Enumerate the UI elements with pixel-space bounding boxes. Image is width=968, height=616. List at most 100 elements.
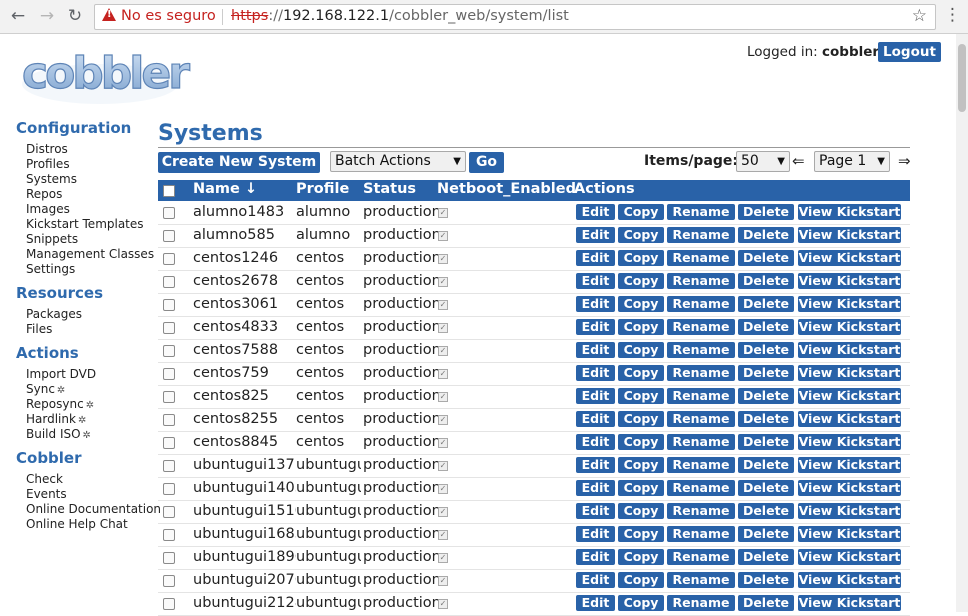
edit-button[interactable]: Edit (576, 480, 615, 496)
sidebar-item-online-help-chat[interactable]: Online Help Chat (26, 517, 128, 531)
delete-button[interactable]: Delete (738, 526, 794, 542)
row-select-checkbox[interactable] (163, 368, 175, 380)
delete-button[interactable]: Delete (738, 296, 794, 312)
copy-button[interactable]: Copy (618, 319, 664, 335)
copy-button[interactable]: Copy (618, 572, 664, 588)
row-select-checkbox[interactable] (163, 391, 175, 403)
sidebar-item-kickstart-templates[interactable]: Kickstart Templates (26, 217, 144, 231)
rename-button[interactable]: Rename (667, 480, 735, 496)
system-name-link[interactable]: centos1246 (193, 250, 296, 266)
page-scrollbar[interactable] (956, 34, 968, 612)
edit-button[interactable]: Edit (576, 227, 615, 243)
delete-button[interactable]: Delete (738, 503, 794, 519)
reload-icon[interactable]: ↻ (64, 5, 86, 27)
system-name-link[interactable]: ubuntugui1405 (193, 480, 296, 496)
sidebar-item-repos[interactable]: Repos (26, 187, 62, 201)
view-kickstart-button[interactable]: View Kickstart (798, 273, 901, 289)
sidebar-item-distros[interactable]: Distros (26, 142, 68, 156)
items-per-page-select[interactable]: 50 ▼ (736, 151, 790, 172)
edit-button[interactable]: Edit (576, 434, 615, 450)
view-kickstart-button[interactable]: View Kickstart (798, 434, 901, 450)
view-kickstart-button[interactable]: View Kickstart (798, 365, 901, 381)
sidebar-item-profiles[interactable]: Profiles (26, 157, 70, 171)
sidebar-item-packages[interactable]: Packages (26, 307, 82, 321)
view-kickstart-button[interactable]: View Kickstart (798, 549, 901, 565)
delete-button[interactable]: Delete (738, 549, 794, 565)
scrollbar-thumb[interactable] (958, 44, 966, 112)
delete-button[interactable]: Delete (738, 480, 794, 496)
system-name-link[interactable]: centos825 (193, 388, 296, 404)
rename-button[interactable]: Rename (667, 526, 735, 542)
rename-button[interactable]: Rename (667, 296, 735, 312)
system-name-link[interactable]: alumno585 (193, 227, 296, 243)
copy-button[interactable]: Copy (618, 365, 664, 381)
page-select[interactable]: Page 1 ▼ (814, 151, 890, 172)
system-name-link[interactable]: ubuntugui2076 (193, 572, 296, 588)
delete-button[interactable]: Delete (738, 250, 794, 266)
sidebar-item-check[interactable]: Check (26, 472, 63, 486)
edit-button[interactable]: Edit (576, 342, 615, 358)
edit-button[interactable]: Edit (576, 250, 615, 266)
next-page-arrow-icon[interactable]: ⇒ (898, 152, 911, 170)
row-select-checkbox[interactable] (163, 322, 175, 334)
sidebar-item-import-dvd[interactable]: Import DVD (26, 367, 96, 381)
copy-button[interactable]: Copy (618, 273, 664, 289)
rename-button[interactable]: Rename (667, 411, 735, 427)
row-select-checkbox[interactable] (163, 230, 175, 242)
rename-button[interactable]: Rename (667, 342, 735, 358)
sidebar-item-snippets[interactable]: Snippets (26, 232, 78, 246)
system-name-link[interactable]: centos7588 (193, 342, 296, 358)
row-select-checkbox[interactable] (163, 552, 175, 564)
sidebar-item-hardlink[interactable]: Hardlink ✲ (26, 412, 86, 426)
rename-button[interactable]: Rename (667, 434, 735, 450)
rename-button[interactable]: Rename (667, 388, 735, 404)
row-select-checkbox[interactable] (163, 460, 175, 472)
row-select-checkbox[interactable] (163, 437, 175, 449)
delete-button[interactable]: Delete (738, 388, 794, 404)
sidebar-item-reposync[interactable]: Reposync ✲ (26, 397, 94, 411)
select-all-checkbox[interactable] (163, 185, 175, 197)
row-select-checkbox[interactable] (163, 276, 175, 288)
sidebar-item-files[interactable]: Files (26, 322, 52, 336)
column-header-name[interactable]: Name ↓ (193, 181, 257, 197)
copy-button[interactable]: Copy (618, 457, 664, 473)
row-select-checkbox[interactable] (163, 506, 175, 518)
edit-button[interactable]: Edit (576, 319, 615, 335)
rename-button[interactable]: Rename (667, 503, 735, 519)
sidebar-item-sync[interactable]: Sync ✲ (26, 382, 65, 396)
view-kickstart-button[interactable]: View Kickstart (798, 411, 901, 427)
back-arrow-icon[interactable]: ← (7, 5, 29, 27)
not-secure-label[interactable]: No es seguro (121, 8, 216, 24)
copy-button[interactable]: Copy (618, 204, 664, 220)
view-kickstart-button[interactable]: View Kickstart (798, 227, 901, 243)
delete-button[interactable]: Delete (738, 342, 794, 358)
rename-button[interactable]: Rename (667, 273, 735, 289)
copy-button[interactable]: Copy (618, 296, 664, 312)
delete-button[interactable]: Delete (738, 319, 794, 335)
system-name-link[interactable]: centos3061 (193, 296, 296, 312)
browser-menu-icon[interactable]: ⋮ (944, 5, 961, 25)
view-kickstart-button[interactable]: View Kickstart (798, 595, 901, 611)
view-kickstart-button[interactable]: View Kickstart (798, 457, 901, 473)
rename-button[interactable]: Rename (667, 227, 735, 243)
copy-button[interactable]: Copy (618, 388, 664, 404)
edit-button[interactable]: Edit (576, 411, 615, 427)
view-kickstart-button[interactable]: View Kickstart (798, 388, 901, 404)
rename-button[interactable]: Rename (667, 250, 735, 266)
edit-button[interactable]: Edit (576, 296, 615, 312)
sidebar-item-images[interactable]: Images (26, 202, 70, 216)
row-select-checkbox[interactable] (163, 414, 175, 426)
system-name-link[interactable]: alumno1483 (193, 204, 296, 220)
view-kickstart-button[interactable]: View Kickstart (798, 572, 901, 588)
system-name-link[interactable]: centos759 (193, 365, 296, 381)
edit-button[interactable]: Edit (576, 503, 615, 519)
rename-button[interactable]: Rename (667, 595, 735, 611)
system-name-link[interactable]: ubuntugui1510 (193, 503, 296, 519)
system-name-link[interactable]: ubuntugui1683 (193, 526, 296, 542)
copy-button[interactable]: Copy (618, 342, 664, 358)
view-kickstart-button[interactable]: View Kickstart (798, 526, 901, 542)
copy-button[interactable]: Copy (618, 227, 664, 243)
row-select-checkbox[interactable] (163, 598, 175, 610)
row-select-checkbox[interactable] (163, 207, 175, 219)
copy-button[interactable]: Copy (618, 411, 664, 427)
